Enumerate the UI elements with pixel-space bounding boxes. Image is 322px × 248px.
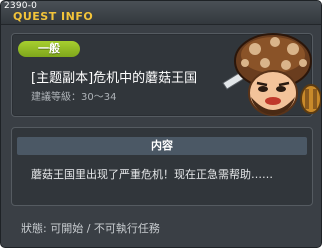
quest-info-window: 2390-0 QUEST INFO 一般 [主题副本]危机中的蘑菇王国 建議等級… bbox=[0, 0, 322, 248]
recommended-level: 建議等級：30～34 bbox=[31, 92, 117, 103]
mushroom-npc-icon bbox=[222, 33, 321, 116]
quest-category-badge: 一般 bbox=[18, 41, 80, 57]
window-title: QUEST INFO bbox=[13, 10, 94, 23]
shield-icon bbox=[300, 84, 321, 114]
content-header: 内容 bbox=[17, 137, 307, 155]
quest-status: 狀態: 可開始 / 不可執行任務 bbox=[21, 222, 160, 235]
quest-name: [主题副本]危机中的蘑菇王国 bbox=[31, 71, 198, 86]
content-text: 蘑菇王国里出现了严重危机！现在正急需帮助…… bbox=[31, 168, 273, 181]
